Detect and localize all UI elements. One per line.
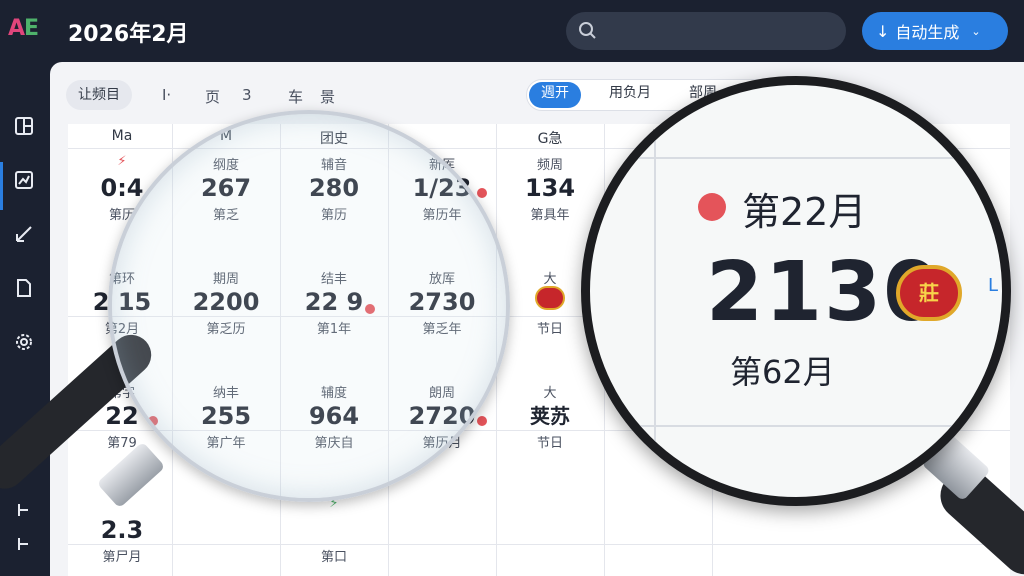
sidebar-active-indicator [0, 162, 3, 210]
grid-icon[interactable] [12, 114, 36, 138]
day-value [280, 514, 388, 546]
column-header: G急 [537, 131, 563, 147]
top-bar: AE 2026年2月 ↓ 自动生成 ⌄ [0, 0, 1024, 62]
magnifier-lens-small [108, 110, 510, 502]
app-logo: AE [8, 16, 39, 41]
festival-name: 荚苏 [530, 404, 570, 428]
day-sub-label: 第口 [320, 550, 347, 565]
day-cell[interactable]: 2.3 第尸月 [68, 496, 176, 565]
column-header: Ma [111, 128, 133, 144]
magnifier-lens-big: 第22月 2130 莊 第62月 L [581, 76, 1011, 506]
event-dot [698, 193, 726, 221]
search-icon [579, 22, 596, 39]
page-title: 2026年2月 [68, 22, 189, 47]
festival-glyph: 大 [543, 386, 557, 401]
auto-generate-button[interactable]: ↓ 自动生成 ⌄ [862, 12, 1008, 50]
expand-icon[interactable] [12, 498, 36, 522]
festival-label: 节日 [536, 436, 563, 451]
edit-icon[interactable] [12, 222, 36, 246]
bolt-icon: ⚡ [117, 154, 127, 169]
segment-tab[interactable]: 週开 [529, 82, 581, 108]
chevron-down-icon: ⌄ [971, 24, 981, 38]
day-sub-label: 第具年 [530, 208, 570, 223]
day-value: 134 [524, 174, 576, 202]
toolbar-tool[interactable]: 车 [288, 86, 303, 107]
gear-icon[interactable] [12, 330, 36, 354]
download-arrow-icon: ↓ [876, 21, 890, 41]
day-value: 2.3 [100, 516, 144, 544]
toolbar-tool[interactable]: I· [162, 86, 171, 104]
collapse-icon[interactable] [12, 532, 36, 556]
toolbar-tool[interactable]: 景 [320, 86, 335, 107]
toolbar-tool[interactable]: 页 [205, 86, 220, 107]
chart-icon[interactable] [12, 168, 36, 192]
day-cell[interactable]: 频周 134 第具年 [496, 154, 604, 223]
search-input[interactable] [566, 12, 846, 50]
toolbar-tool[interactable]: 3 [242, 86, 252, 104]
lantern-icon: 莊 [896, 265, 962, 321]
filter-chip[interactable]: 让频目 [66, 80, 132, 110]
magnified-side-text: L [988, 275, 999, 296]
document-icon[interactable] [12, 276, 36, 300]
day-cell[interactable]: ⚡ 第口 [280, 496, 388, 565]
auto-generate-label: 自动生成 [895, 23, 960, 42]
day-sub-label: 第尸月 [102, 550, 142, 565]
magnified-label: 第22月 [742, 190, 867, 234]
sidebar [0, 62, 50, 576]
day-label: 频周 [536, 158, 563, 173]
event-dot [477, 416, 487, 426]
event-dot [477, 188, 487, 198]
magnified-sub-label: 第62月 [730, 353, 835, 391]
festival-cell[interactable]: 大 荚苏 节日 [496, 382, 604, 451]
